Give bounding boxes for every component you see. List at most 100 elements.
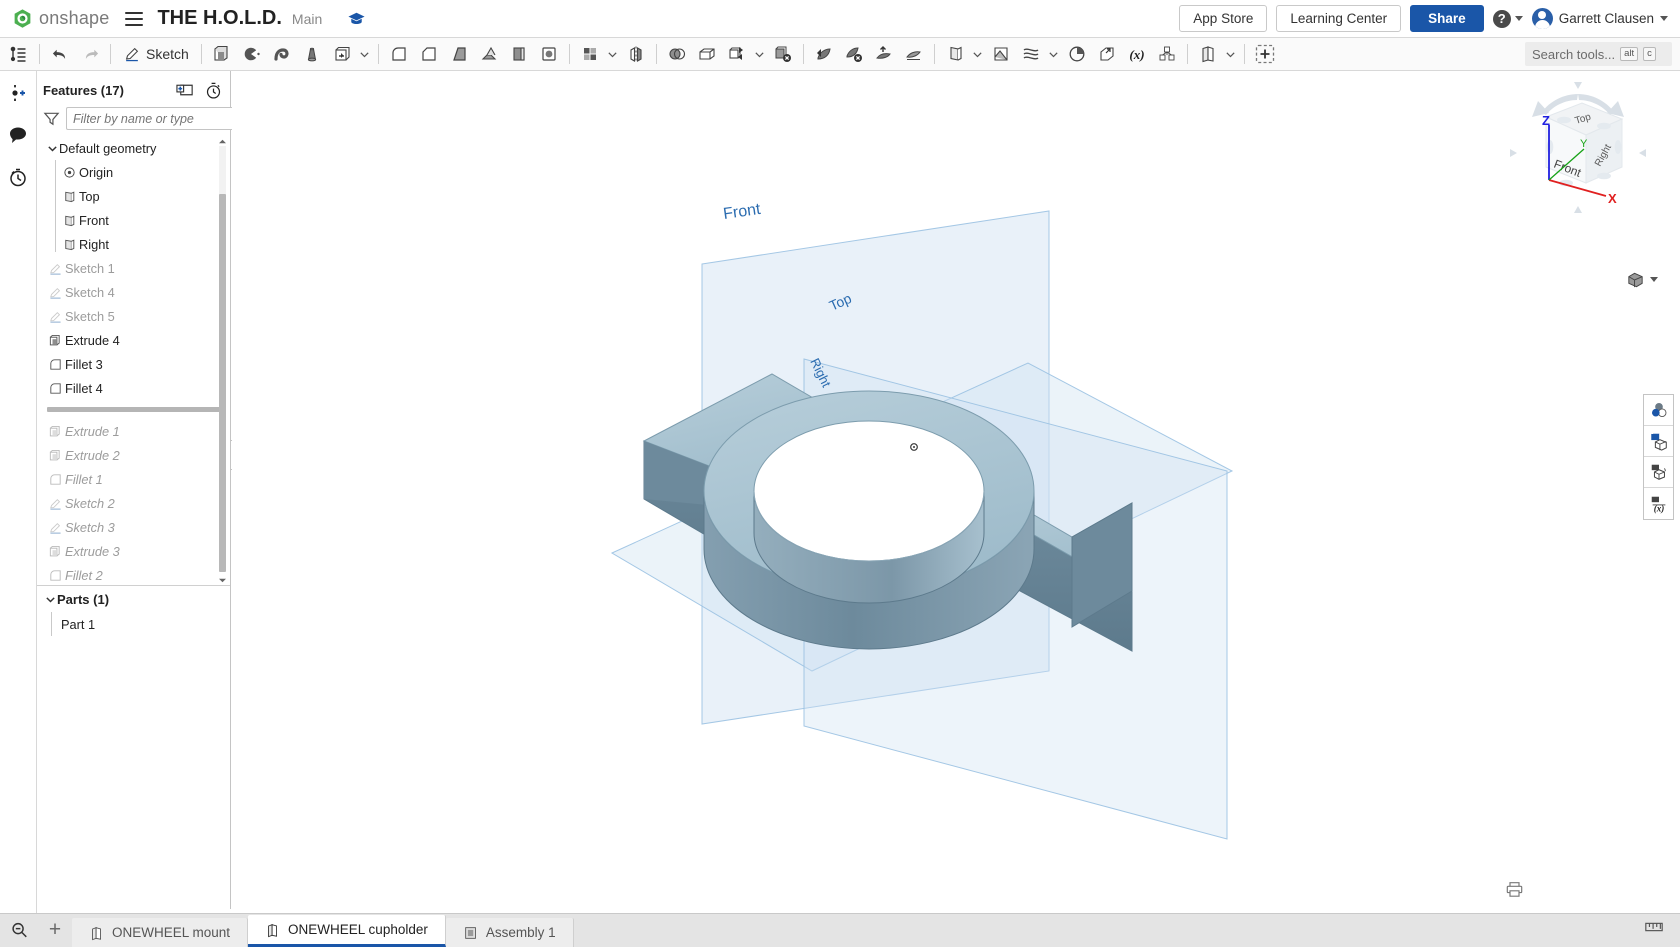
rib-icon[interactable] [474, 40, 504, 68]
draft-icon[interactable] [444, 40, 474, 68]
import-derived-icon[interactable] [1092, 40, 1122, 68]
revolve-icon[interactable] [237, 40, 267, 68]
feature-list-icon[interactable] [4, 40, 34, 68]
chevron-down-icon[interactable] [1514, 16, 1523, 21]
appearance-icon[interactable] [1644, 395, 1673, 426]
scroll-up-arrow[interactable] [218, 136, 227, 146]
account-menu[interactable]: Garrett Clausen [1531, 8, 1668, 29]
part-list-item[interactable]: Part 1 [37, 612, 230, 636]
chevron-down-icon[interactable] [752, 40, 768, 68]
feature-tree-item[interactable]: Fillet 3 [41, 352, 230, 376]
3d-scene[interactable]: Front Top Right [232, 71, 1680, 918]
feature-tree-item[interactable]: Origin [41, 160, 230, 184]
replace-face-icon[interactable] [869, 40, 899, 68]
history-icon[interactable] [4, 163, 32, 191]
chevron-down-icon[interactable] [1660, 16, 1668, 21]
features-filter-input[interactable] [66, 107, 243, 130]
chevron-down-icon[interactable] [1650, 277, 1658, 282]
add-custom-feature-icon[interactable] [1250, 40, 1280, 68]
boolean-icon[interactable] [662, 40, 692, 68]
onshape-logo-icon[interactable] [12, 8, 33, 29]
extrude-icon[interactable] [207, 40, 237, 68]
feature-tree-item[interactable]: Right [41, 232, 230, 256]
graduation-cap-icon[interactable] [346, 8, 368, 29]
redo-icon[interactable] [75, 40, 105, 68]
print-icon[interactable] [1504, 880, 1525, 903]
feature-tree-item[interactable]: Sketch 2 [41, 491, 230, 515]
display-state-icon[interactable] [1644, 426, 1673, 457]
transform-icon[interactable] [722, 40, 752, 68]
parts-header[interactable]: Parts (1) [37, 586, 230, 612]
feature-tree-item[interactable]: Sketch 5 [41, 304, 230, 328]
share-button[interactable]: Share [1410, 5, 1484, 32]
feature-tree-item[interactable]: Front [41, 208, 230, 232]
feature-tree-item[interactable]: Sketch 4 [41, 280, 230, 304]
app-store-button[interactable]: App Store [1179, 5, 1268, 32]
new-folder-icon[interactable] [174, 80, 196, 100]
plane-icon[interactable] [940, 40, 970, 68]
undo-icon[interactable] [45, 40, 75, 68]
units-icon[interactable] [1644, 917, 1664, 942]
chamfer-icon[interactable] [414, 40, 444, 68]
avatar[interactable] [1531, 8, 1553, 29]
add-tab-button[interactable]: + [38, 913, 72, 947]
move-face-icon[interactable] [809, 40, 839, 68]
hamburger-icon[interactable] [125, 11, 144, 26]
feature-tree-item[interactable]: Fillet 1 [41, 467, 230, 491]
render-icon[interactable] [1644, 457, 1673, 488]
chevron-down-icon[interactable] [1223, 40, 1239, 68]
assembly-feature-icon[interactable] [1193, 40, 1223, 68]
view-cube[interactable]: Top Front Right Z X Y [1498, 79, 1658, 224]
display-mode-button[interactable] [1625, 269, 1658, 290]
section-view-icon[interactable] [1062, 40, 1092, 68]
feature-tree-scrollbar[interactable] [218, 136, 227, 585]
chevron-down-icon[interactable] [45, 143, 59, 154]
feature-tree-item[interactable]: Extrude 4 [41, 328, 230, 352]
fillet-icon[interactable] [384, 40, 414, 68]
graphics-viewport[interactable]: Front Top Right Top Front Right Z X Y (x… [232, 71, 1680, 918]
thicken-icon[interactable] [327, 40, 357, 68]
feature-tree-item[interactable]: Extrude 3 [41, 539, 230, 563]
filter-icon[interactable] [43, 109, 60, 129]
delete-part-icon[interactable] [768, 40, 798, 68]
feature-tree-item[interactable]: Sketch 1 [41, 256, 230, 280]
mirror-icon[interactable] [621, 40, 651, 68]
measure-icon[interactable]: (x) [1644, 488, 1673, 519]
chevron-down-icon[interactable] [970, 40, 986, 68]
document-search-icon[interactable] [0, 913, 38, 947]
shell-icon[interactable] [504, 40, 534, 68]
delete-face-icon[interactable] [839, 40, 869, 68]
chevron-down-icon[interactable] [357, 40, 373, 68]
help-icon[interactable]: ? [1492, 9, 1511, 28]
curve-icon[interactable] [1016, 40, 1046, 68]
stopwatch-icon[interactable] [202, 80, 224, 100]
feature-tree-item[interactable]: Top [41, 184, 230, 208]
sweep-icon[interactable] [267, 40, 297, 68]
composite-part-icon[interactable] [1152, 40, 1182, 68]
chevron-down-icon[interactable] [605, 40, 621, 68]
search-tools-input[interactable]: Search tools... alt c [1525, 42, 1672, 66]
sketch-plane-icon[interactable] [986, 40, 1016, 68]
help-menu[interactable]: ? [1492, 9, 1523, 28]
tab-assembly-1[interactable]: Assembly 1 [445, 918, 574, 947]
linear-pattern-icon[interactable] [575, 40, 605, 68]
feature-tree-group-default-geometry[interactable]: Default geometry [41, 136, 230, 160]
feature-tree-item[interactable]: Extrude 2 [41, 443, 230, 467]
feature-tree-item[interactable]: Extrude 1 [41, 419, 230, 443]
tab-onewheel-mount[interactable]: ONEWHEEL mount [72, 918, 249, 947]
chevron-down-icon[interactable] [43, 594, 57, 605]
comments-icon[interactable] [4, 121, 32, 149]
document-branch[interactable]: Main [292, 11, 322, 27]
hole-icon[interactable] [534, 40, 564, 68]
offset-face-icon[interactable] [899, 40, 929, 68]
enclose-icon[interactable] [692, 40, 722, 68]
learning-center-button[interactable]: Learning Center [1276, 5, 1402, 32]
rollback-bar[interactable] [47, 407, 220, 412]
chevron-down-icon[interactable] [1046, 40, 1062, 68]
variable-icon[interactable]: (x) [1122, 40, 1152, 68]
tab-onewheel-cupholder[interactable]: ONEWHEEL cupholder [248, 915, 446, 947]
scroll-down-arrow[interactable] [218, 575, 227, 585]
feature-tree-item[interactable]: Sketch 3 [41, 515, 230, 539]
loft-icon[interactable] [297, 40, 327, 68]
feature-tree-item[interactable]: Fillet 2 [41, 563, 230, 585]
